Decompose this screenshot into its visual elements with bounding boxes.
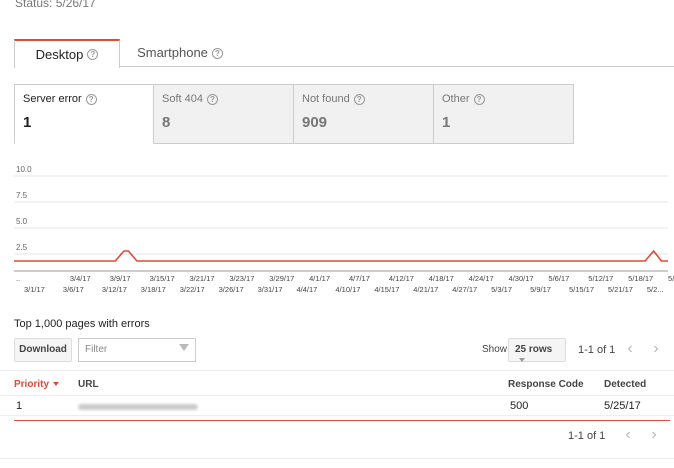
header-detected[interactable]: Detected [604,379,646,390]
help-icon[interactable]: ? [353,93,365,105]
help-icon[interactable]: ? [473,93,485,105]
x-tick-label: 4/21/17 [413,285,438,294]
errors-chart: 10.0 7.5 5.0 2.5.. 3/4/17 3/9/17 3/15/17 3/21/1… [0,150,674,300]
x-tick-label: 4/10/17 [335,285,360,294]
table-row[interactable]: 1 500 5/25/17 [0,396,674,416]
x-tick-label: 3/31/17 [258,285,283,294]
filter-icon[interactable] [179,344,189,351]
rows-select-value: 25 rows [515,344,553,355]
x-tick-label: 3/4/17 [70,274,91,283]
x-tick-label: 4/12/17 [389,274,414,283]
category-label: Server error [23,93,82,105]
x-tick-label: 5/2... [647,285,664,294]
x-tick-label: 5/6/17 [548,274,569,283]
header-priority[interactable]: Priority [14,379,60,390]
x-tick-label: 5/3/17 [491,285,512,294]
category-other[interactable]: Other? 1 [434,84,574,144]
x-tick-label: 4/27/17 [452,285,477,294]
download-button[interactable]: Download [14,338,72,362]
help-icon[interactable]: ? [87,49,99,60]
x-tick-label: 3/22/17 [180,285,205,294]
chevron-right-icon[interactable]: › [644,426,664,446]
tab-smartphone-label: Smartphone [137,45,208,60]
x-tick-label: 3/9/17 [110,274,131,283]
category-soft-404[interactable]: Soft 404? 8 [154,84,294,144]
x-tick-label: 4/15/17 [374,285,399,294]
footer-pager-text: 1-1 of 1 [568,430,606,442]
header-url[interactable]: URL [78,379,99,390]
device-tabs: Desktop ? Smartphone ? [14,39,674,68]
status-text: Status: 5/26/17 [15,0,96,10]
help-icon[interactable]: ? [211,47,223,59]
cell-url-redacted[interactable] [78,404,198,410]
category-not-found[interactable]: Not found? 909 [294,84,434,144]
category-count: 1 [23,114,32,131]
x-tick-label: 4/24/17 [469,274,494,283]
category-server-error[interactable]: Server error? 1 [14,84,154,144]
tab-smartphone[interactable]: Smartphone ? [120,39,240,67]
tab-desktop-label: Desktop [35,46,84,62]
y-tick-label: 10.0 [16,165,32,174]
header-response-code[interactable]: Response Code [508,379,584,390]
help-icon[interactable]: ? [85,93,97,105]
x-tick-label: 5/9/17 [530,285,551,294]
x-tick-label: 3/12/17 [102,285,127,294]
show-label: Show [482,344,508,355]
filter-input[interactable]: Filter [78,338,196,362]
x-tick-label: 5/12/17 [588,274,613,283]
x-tick-label: 5/24/17 [668,274,674,283]
chevron-left-icon[interactable]: ‹ [620,340,640,360]
x-tick-label: 3/29/17 [269,274,294,283]
x-tick-label: 4/4/17 [297,285,318,294]
cell-detected: 5/25/17 [604,400,641,412]
x-tick-label: 3/26/17 [219,285,244,294]
footer-divider [0,458,674,459]
table-controls: Download Filter Show 25 rows 1-1 of 1 ‹ … [14,338,670,363]
x-tick-label: 5/18/17 [628,274,653,283]
category-count: 1 [442,114,451,131]
x-tick-label: 3/21/17 [190,274,215,283]
rows-per-page-select[interactable]: 25 rows [508,338,566,363]
x-tick-label: 4/30/17 [509,274,534,283]
table-bottom-rule [14,420,670,421]
x-tick-label: 3/18/17 [141,285,166,294]
x-tick-label: 3/6/17 [63,285,84,294]
category-label: Soft 404 [162,93,203,105]
chevron-left-icon[interactable]: ‹ [618,426,638,446]
tab-desktop[interactable]: Desktop ? [14,39,120,68]
x-tick-label: 4/7/17 [349,274,370,283]
table-header: Priority URL Response Code Detected [0,370,674,396]
cell-priority: 1 [16,400,23,412]
x-tick-label: 5/21/17 [608,285,633,294]
category-count: 8 [162,114,171,131]
pager-text: 1-1 of 1 [578,344,616,356]
footer-pager: 1-1 of 1 ‹ › [0,426,674,448]
chevron-right-icon[interactable]: › [646,340,666,360]
category-label: Not found [302,93,350,105]
errors-chart-svg: 10.0 7.5 5.0 2.5.. 3/4/17 3/9/17 3/15/17 3/21/1… [14,165,674,294]
x-tick-label: 4/18/17 [429,274,454,283]
help-icon[interactable]: ? [206,93,218,105]
x-tick-label: 3/23/17 [229,274,254,283]
cell-response-code: 500 [510,400,529,412]
x-tick-label: .. [16,274,20,283]
y-tick-label: 7.5 [16,191,28,200]
filter-placeholder: Filter [85,344,108,355]
category-label: Other [442,93,470,105]
section-title: Top 1,000 pages with errors [14,318,150,330]
pages-table: Priority URL Response Code Detected 1 50… [0,370,674,416]
header-priority-label: Priority [14,379,50,390]
chevron-down-icon [519,358,525,363]
x-tick-label: 4/1/17 [309,274,330,283]
x-tick-label: 5/15/17 [569,285,594,294]
x-tick-label: 3/15/17 [150,274,175,283]
sort-desc-icon [53,382,60,387]
x-tick-label: 3/1/17 [24,285,45,294]
category-count: 909 [302,114,328,131]
series-line-0 [14,249,668,262]
y-tick-label: 5.0 [16,217,28,226]
y-tick-label: 2.5 [16,243,28,252]
